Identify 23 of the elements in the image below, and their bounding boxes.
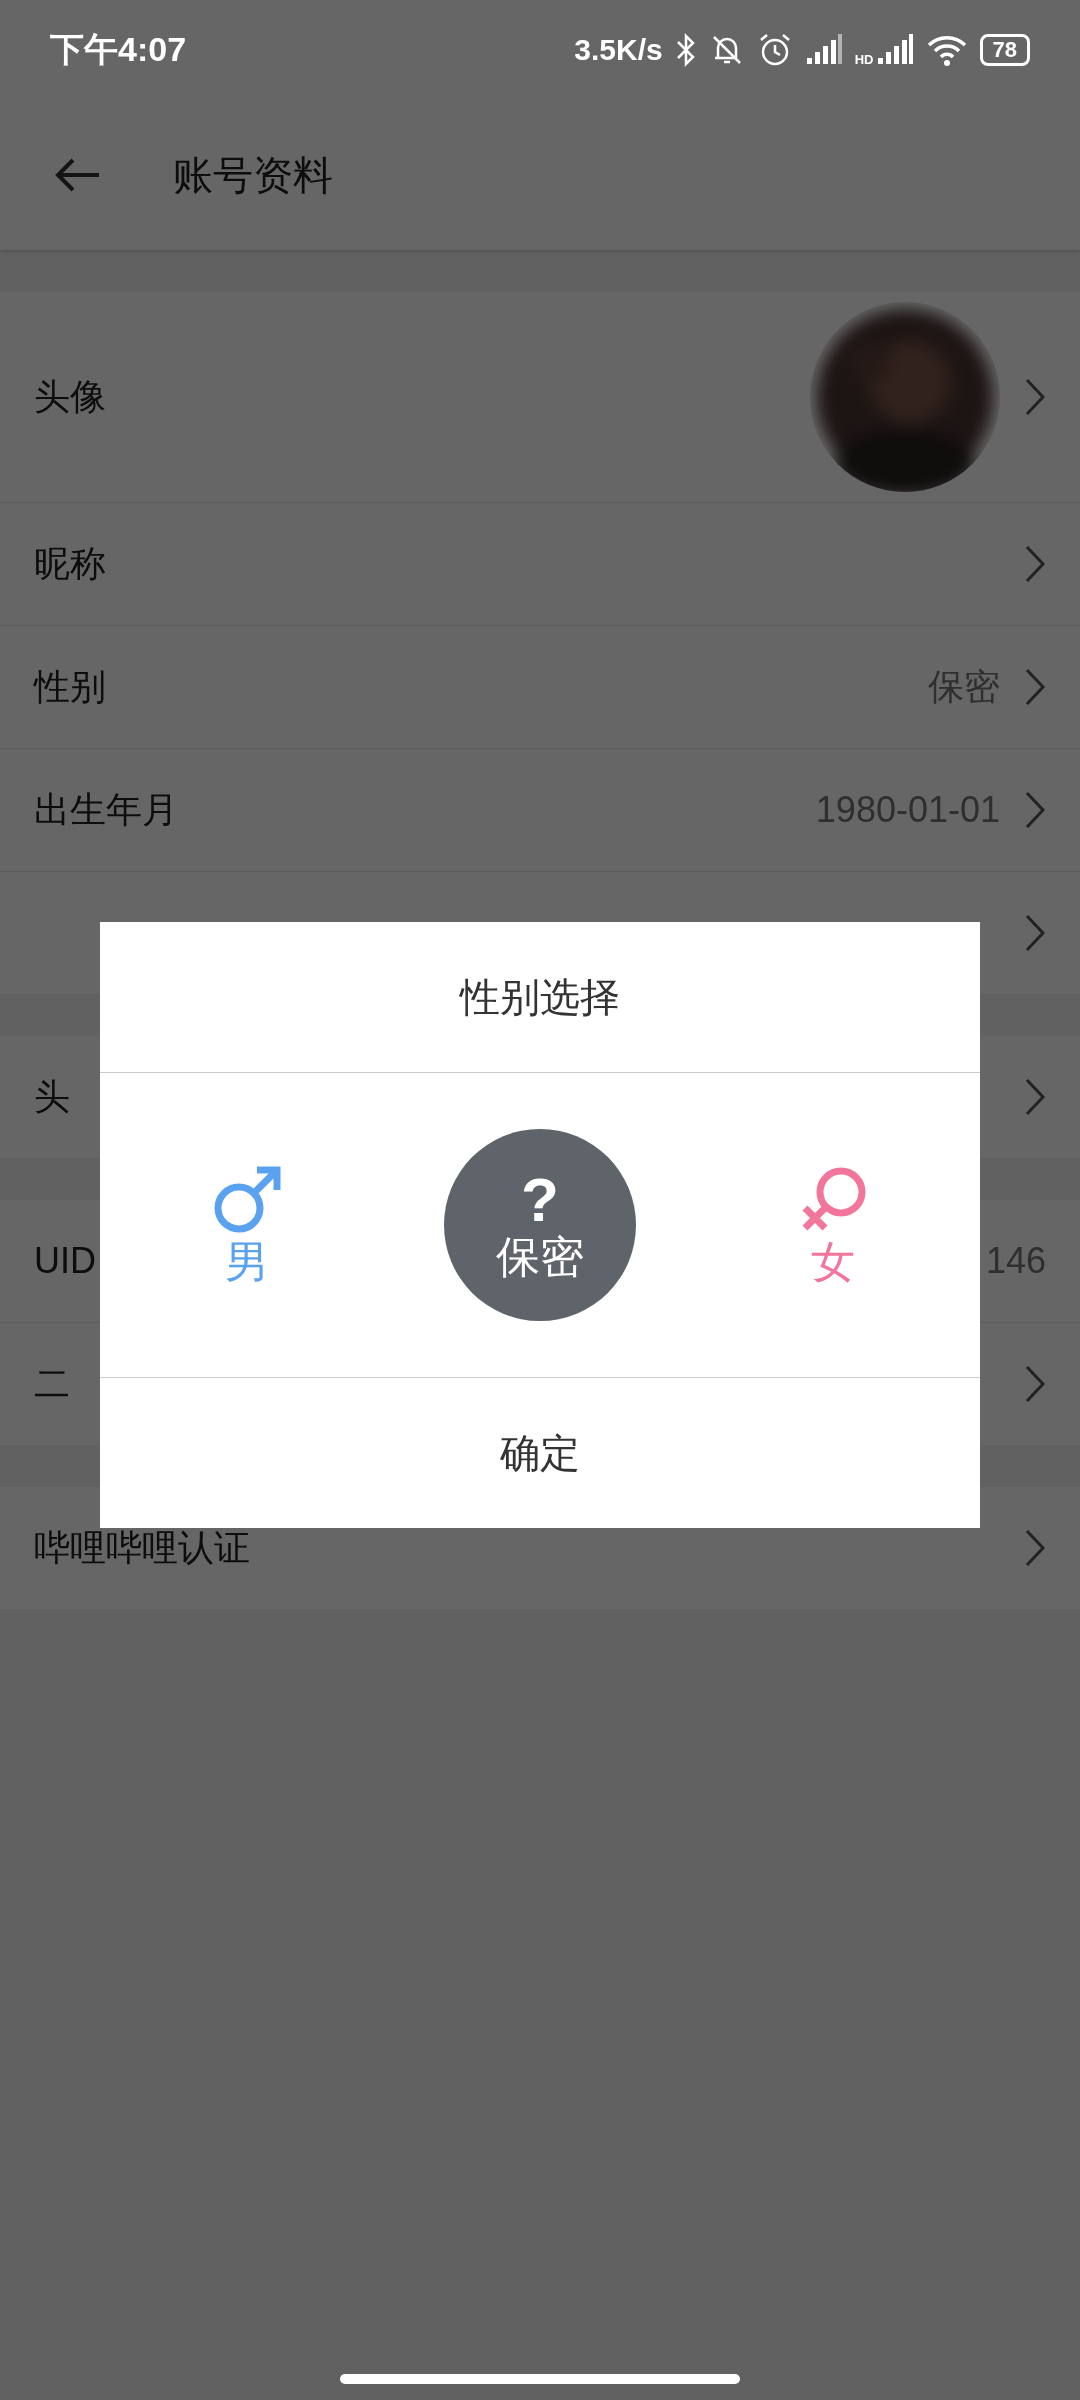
signal-icon (875, 34, 914, 66)
settings-row[interactable]: 头像 (0, 292, 1080, 502)
row-label: 出生年月 (34, 787, 178, 832)
row-label: 头像 (34, 374, 106, 419)
row-label: 昵称 (34, 541, 106, 586)
battery-indicator: 78 (979, 34, 1030, 66)
gender-option[interactable]: ? 保密 (444, 1129, 636, 1321)
status-time: 下午4:07 (50, 29, 187, 70)
dialog-title: 性别选择 (460, 973, 620, 1021)
row-label: 头 (34, 1074, 70, 1119)
back-arrow-icon[interactable] (55, 157, 101, 193)
settings-row[interactable]: 哔哩哔哩认证 (0, 1487, 1080, 1609)
hd-label: HD (854, 52, 874, 67)
wifi-icon (925, 34, 968, 66)
row-label: 性别 (34, 664, 106, 709)
network-speed: 3.5K/s (574, 33, 663, 67)
page-title: 账号资料 (173, 151, 333, 199)
settings-row[interactable]: 头 (0, 1036, 1080, 1158)
bluetooth-icon (674, 32, 697, 68)
row-label: 二 (34, 1361, 70, 1406)
row-label: 哔哩哔哩认证 (34, 1525, 250, 1570)
signal-icon (804, 34, 843, 66)
settings-row[interactable]: 昵称 (0, 502, 1080, 625)
